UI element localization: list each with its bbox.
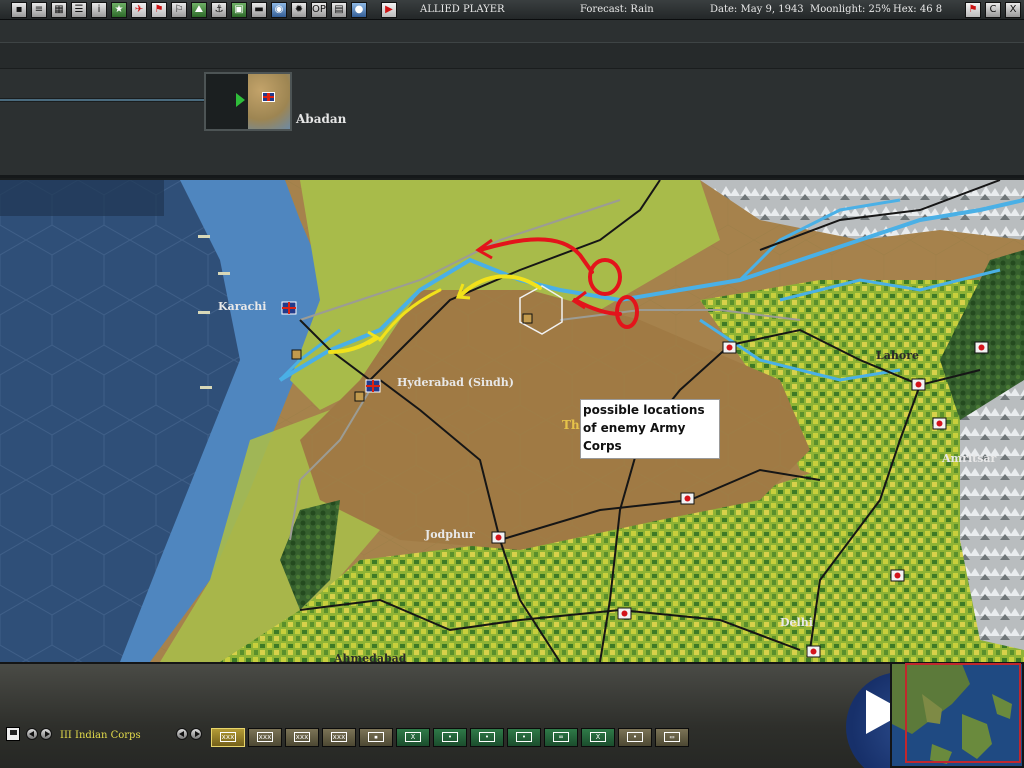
next-filter-arrow-icon[interactable] bbox=[190, 728, 202, 740]
city-label-karachi: Karachi bbox=[218, 300, 267, 313]
unit-symbol-icon: xxx bbox=[220, 732, 236, 742]
unit-filter-button[interactable]: • bbox=[618, 728, 652, 747]
star-icon[interactable]: ★ bbox=[111, 2, 127, 18]
report-icon[interactable]: ▤ bbox=[331, 2, 347, 18]
unit-filter-button[interactable]: ▭ bbox=[655, 728, 689, 747]
unit-filter-button[interactable]: X bbox=[396, 728, 430, 747]
unit-filter-button[interactable]: xxx bbox=[248, 728, 282, 747]
city-label-amritsar: Amritsar bbox=[941, 452, 997, 465]
hq-name[interactable]: Abadan bbox=[296, 112, 346, 126]
base-icon[interactable]: ▣ bbox=[231, 2, 247, 18]
unit-filter-button[interactable]: X bbox=[581, 728, 615, 747]
unit-symbol-icon: xxx bbox=[331, 732, 347, 742]
info-icon[interactable]: i bbox=[91, 2, 107, 18]
flag-icon[interactable]: ⚐ bbox=[171, 2, 187, 18]
unit-symbol-icon: X bbox=[405, 732, 421, 742]
ship-icon[interactable]: ⚓ bbox=[211, 2, 227, 18]
op-icon[interactable]: OP bbox=[311, 2, 327, 18]
close-icon[interactable]: X bbox=[1005, 2, 1021, 18]
unit-filter-button[interactable]: ∞ bbox=[544, 728, 578, 747]
grid-icon[interactable]: ▦ bbox=[51, 2, 67, 18]
unit-filter-button[interactable]: • bbox=[470, 728, 504, 747]
moonlight-label: Moonlight: 25% bbox=[810, 4, 891, 15]
city-label-hyderabad: Hyderabad (Sindh) bbox=[397, 376, 514, 389]
prev-unit-arrow-icon[interactable] bbox=[26, 728, 38, 740]
selected-unit-name[interactable]: III Indian Corps bbox=[60, 730, 141, 741]
flag-icon[interactable] bbox=[6, 727, 20, 741]
city-label-lahore: Lahore bbox=[876, 349, 919, 362]
city-label-ahmedabad: Ahmedabad bbox=[333, 652, 407, 662]
mountain-icon[interactable]: ⛰ bbox=[191, 2, 207, 18]
unit-filter-button[interactable]: • bbox=[433, 728, 467, 747]
top-toolbar: ▪ ≡ ▦ ☰ i ★ ✈ ⚑ ⚐ ⛰ ⚓ ▣ ▬ ◉ ✹ OP ▤ ● ▶ ALLIED PLAYER Forec… bbox=[0, 0, 1024, 20]
hq-supply-line bbox=[0, 98, 205, 102]
globe-icon[interactable]: ◉ bbox=[271, 2, 287, 18]
unit-symbol-icon: xxx bbox=[257, 732, 273, 742]
plane-icon[interactable]: ✈ bbox=[131, 2, 147, 18]
unit-symbol-icon: • bbox=[627, 732, 643, 742]
document-icon[interactable]: ≡ bbox=[31, 2, 47, 18]
c-icon[interactable]: C bbox=[985, 2, 1001, 18]
list-icon[interactable]: ☰ bbox=[71, 2, 87, 18]
date-label: Date: May 9, 1943 bbox=[710, 4, 804, 15]
unit-symbol-icon: • bbox=[479, 732, 495, 742]
unit-filter-button[interactable]: xxx bbox=[285, 728, 319, 747]
unit-filter-button[interactable]: • bbox=[507, 728, 541, 747]
cloud-icon[interactable]: ● bbox=[351, 2, 367, 18]
unit-symbol-icon: ▭ bbox=[664, 732, 680, 742]
red-flag-icon[interactable]: ⚑ bbox=[965, 2, 981, 18]
next-unit-arrow-icon[interactable] bbox=[40, 728, 52, 740]
player-label: ALLIED PLAYER bbox=[420, 4, 505, 15]
play-arrow-icon[interactable] bbox=[236, 93, 245, 107]
city-label-jodphur: Jodphur bbox=[424, 528, 475, 541]
red-flag-icon[interactable]: ⚑ bbox=[151, 2, 167, 18]
square-icon[interactable]: ▪ bbox=[11, 2, 27, 18]
unit-symbol-icon: xxx bbox=[294, 732, 310, 742]
annotation-note: possible locations of enemy Army Corps bbox=[580, 399, 720, 459]
prev-filter-arrow-icon[interactable] bbox=[176, 728, 188, 740]
unit-symbol-icon: ▪ bbox=[368, 732, 384, 742]
unit-filter-button[interactable]: ▪ bbox=[359, 728, 393, 747]
region-label-fragment: Th bbox=[562, 418, 580, 432]
unit-symbol-icon: ∞ bbox=[553, 732, 569, 742]
unit-filter-button[interactable]: xxx bbox=[322, 728, 356, 747]
british-flag-icon bbox=[262, 92, 275, 102]
minimap-view-frame[interactable] bbox=[905, 663, 1021, 763]
play-icon[interactable]: ▶ bbox=[381, 2, 397, 18]
city-label-delhi: Delhi bbox=[780, 616, 813, 629]
hex-coordinate-label: Hex: 46 8 bbox=[893, 4, 943, 15]
forecast-label: Forecast: Rain bbox=[580, 4, 654, 15]
cog-icon[interactable]: ✹ bbox=[291, 2, 307, 18]
tank-icon[interactable]: ▬ bbox=[251, 2, 267, 18]
unit-filter-button[interactable]: xxx bbox=[211, 728, 245, 747]
hex-map[interactable]: Karachi Hyderabad (Sindh) Jodphur Lahore… bbox=[0, 180, 1024, 662]
unit-symbol-icon: • bbox=[442, 732, 458, 742]
unit-symbol-icon: • bbox=[516, 732, 532, 742]
hq-panel-strip bbox=[0, 42, 1024, 69]
unit-symbol-icon: X bbox=[590, 732, 606, 742]
